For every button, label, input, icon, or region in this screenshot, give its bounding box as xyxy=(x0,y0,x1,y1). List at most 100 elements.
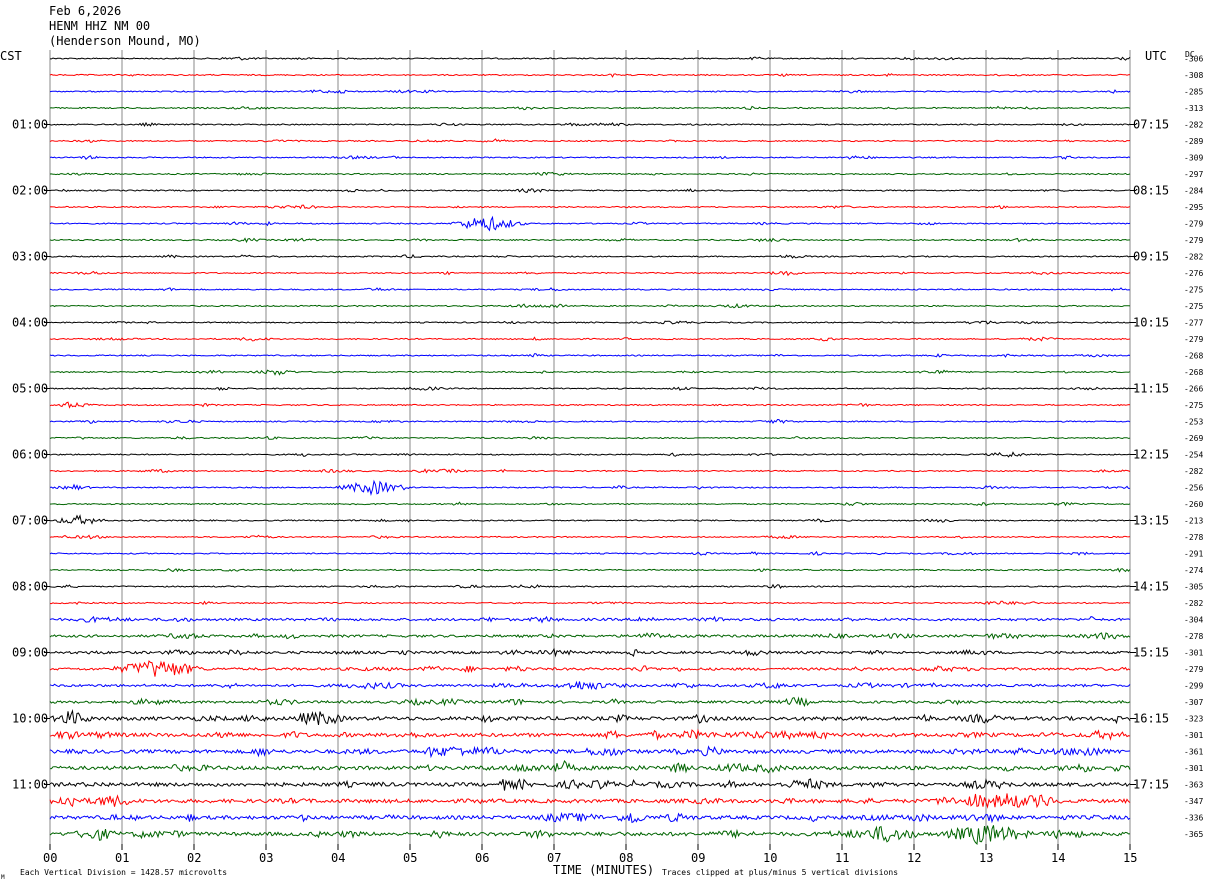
trace-line xyxy=(49,728,1131,741)
trace-line xyxy=(49,660,1131,677)
dc-offset-label: -299 xyxy=(1184,682,1203,691)
dc-header-label: DC xyxy=(1185,50,1195,59)
dc-offset-label: -254 xyxy=(1184,451,1203,460)
x-tick-label: 11 xyxy=(835,851,849,865)
x-axis-title: TIME (MINUTES) xyxy=(553,863,654,877)
trace-line xyxy=(49,451,1131,458)
x-tick-label: 09 xyxy=(691,851,705,865)
trace-line xyxy=(49,302,1131,309)
trace-line xyxy=(49,479,1130,496)
dc-offset-label: -268 xyxy=(1184,368,1203,377)
trace-line xyxy=(49,708,1131,726)
dc-offset-label: -363 xyxy=(1184,781,1203,790)
dc-offset-label: -282 xyxy=(1184,599,1203,608)
dc-offset-label: -282 xyxy=(1184,121,1203,130)
trace-line xyxy=(49,811,1131,824)
dc-offset-label: -275 xyxy=(1184,302,1203,311)
trace-line xyxy=(49,270,1131,277)
trace-line xyxy=(49,793,1131,809)
dc-offset-label: -278 xyxy=(1184,632,1203,641)
utc-hour-label: 11:15 xyxy=(1133,382,1169,396)
dc-offset-label: -304 xyxy=(1184,616,1203,625)
cst-hour-label: 05:00 xyxy=(12,382,48,396)
dc-offset-label: -309 xyxy=(1184,154,1203,163)
cst-hour-labels: 01:00 02:00 03:00 04:00 05:00 06:00 07:00 08:00… xyxy=(12,118,50,792)
utc-hour-label: 10:15 xyxy=(1133,316,1169,330)
dc-offset-label: -305 xyxy=(1184,583,1203,592)
trace-line xyxy=(49,401,1131,409)
trace-line xyxy=(49,632,1131,640)
dc-offset-label: -301 xyxy=(1184,649,1203,658)
dc-offset-label: -301 xyxy=(1184,764,1203,773)
trace-line xyxy=(49,696,1131,708)
trace-line xyxy=(49,514,1131,525)
trace-line xyxy=(49,188,1131,193)
dc-offset-label: -275 xyxy=(1184,286,1203,295)
trace-line xyxy=(49,583,1131,590)
x-tick-label: 14 xyxy=(1051,851,1065,865)
trace-line xyxy=(49,287,1131,292)
dc-offset-label: -301 xyxy=(1184,731,1203,740)
dc-offset-label: -308 xyxy=(1184,71,1203,80)
utc-hour-label: 13:15 xyxy=(1133,514,1169,528)
trace-line xyxy=(49,615,1131,624)
trace-line xyxy=(49,121,1131,127)
dc-offset-label: -297 xyxy=(1184,170,1203,179)
dc-offset-label: -279 xyxy=(1184,335,1203,344)
dc-offset-label: -323 xyxy=(1184,715,1203,724)
x-tick-label: 15 xyxy=(1123,851,1137,865)
trace-line xyxy=(49,204,1131,210)
trace-line xyxy=(49,647,1131,658)
trace-line xyxy=(49,155,1131,160)
dc-offset-label: -260 xyxy=(1184,500,1203,509)
trace-line xyxy=(49,550,1131,556)
utc-hour-label: 09:15 xyxy=(1133,250,1169,264)
corner-mark: M xyxy=(1,874,5,881)
dc-offset-label: -277 xyxy=(1184,319,1203,328)
dc-offset-label: -361 xyxy=(1184,748,1203,757)
dc-offset-label: -285 xyxy=(1184,88,1203,97)
trace-line xyxy=(49,171,1131,176)
utc-hour-labels: 07:15 08:15 09:15 10:15 11:15 12:15 13:15 14:15… xyxy=(1130,118,1169,792)
x-tick-label: 06 xyxy=(475,851,489,865)
trace-line xyxy=(49,600,1131,606)
trace-line xyxy=(49,567,1131,573)
dc-offset-label: -289 xyxy=(1184,137,1203,146)
dc-offset-label: -269 xyxy=(1184,434,1203,443)
dc-offset-label: -307 xyxy=(1184,698,1203,707)
dc-offset-label: -278 xyxy=(1184,533,1203,542)
trace-line xyxy=(49,386,1131,391)
cst-hour-label: 03:00 xyxy=(12,250,48,264)
dc-offset-label: -253 xyxy=(1184,418,1203,427)
cst-hour-label: 09:00 xyxy=(12,646,48,660)
seismic-traces xyxy=(49,56,1131,845)
dc-offset-label: -275 xyxy=(1184,401,1203,410)
utc-hour-label: 14:15 xyxy=(1133,580,1169,594)
dc-offset-labels: -306-308-285-313-282-289-309-297-284-295… xyxy=(1184,55,1203,840)
utc-hour-label: 12:15 xyxy=(1133,448,1169,462)
x-tick-label: 05 xyxy=(403,851,417,865)
x-tick-label: 10 xyxy=(763,851,777,865)
dc-offset-label: -284 xyxy=(1184,187,1203,196)
trace-line xyxy=(49,253,1131,259)
cst-hour-label: 01:00 xyxy=(12,118,48,132)
dc-offset-label: -274 xyxy=(1184,566,1203,575)
helicorder-chart: 01:00 02:00 03:00 04:00 05:00 06:00 07:00 08:00… xyxy=(0,49,1203,881)
time-grid xyxy=(49,50,1131,844)
dc-offset-label: -279 xyxy=(1184,220,1203,229)
trace-line xyxy=(49,680,1131,691)
dc-offset-label: -268 xyxy=(1184,352,1203,361)
cst-label: CST xyxy=(0,49,22,63)
dc-offset-label: -347 xyxy=(1184,797,1203,806)
cst-hour-label: 08:00 xyxy=(12,580,48,594)
trace-line xyxy=(49,778,1131,791)
cst-hour-label: 04:00 xyxy=(12,316,48,330)
trace-line xyxy=(49,73,1131,78)
dc-offset-label: -336 xyxy=(1184,814,1203,823)
utc-hour-label: 15:15 xyxy=(1133,646,1169,660)
cst-hour-label: 02:00 xyxy=(12,184,48,198)
trace-line xyxy=(49,435,1131,440)
dc-offset-label: -365 xyxy=(1184,830,1203,839)
x-tick-label: 12 xyxy=(907,851,921,865)
x-tick-label: 02 xyxy=(187,851,201,865)
